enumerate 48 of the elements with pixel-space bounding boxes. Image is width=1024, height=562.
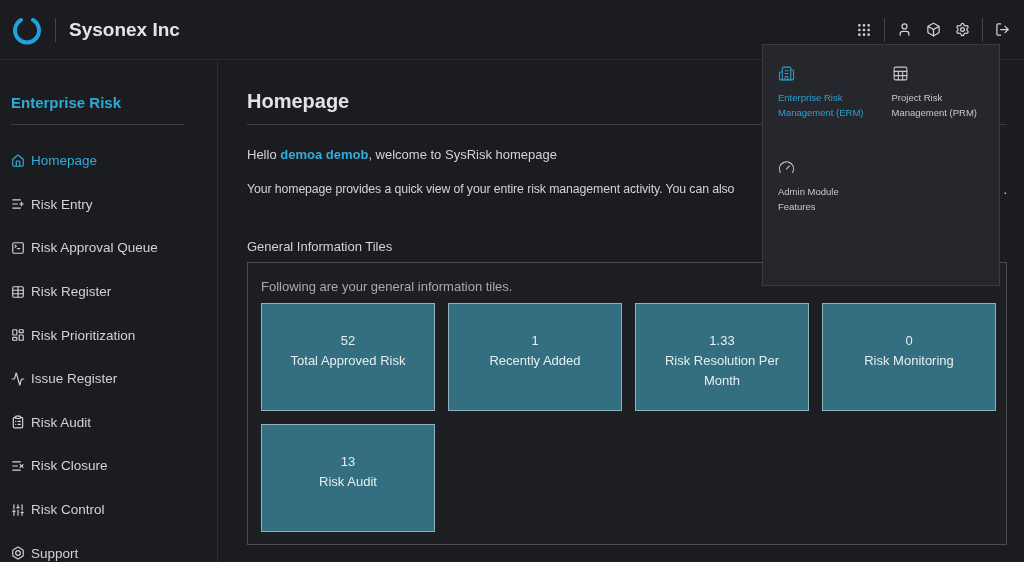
terminal-icon xyxy=(11,241,25,255)
sidebar-item[interactable]: Risk Closure xyxy=(11,444,217,488)
clipboard-icon xyxy=(11,415,25,430)
settings-icon[interactable] xyxy=(953,20,972,39)
tile-value: 0 xyxy=(905,332,913,350)
sidebar-item[interactable]: Homepage xyxy=(11,139,217,183)
brand-name: Sysonex Inc xyxy=(69,18,180,41)
tile-value: 52 xyxy=(340,332,356,350)
sidebar-item[interactable]: Issue Register xyxy=(11,356,217,401)
info-tile[interactable]: 1 Recently Added xyxy=(448,303,622,411)
tile-label: Total Approved Risk xyxy=(290,352,406,370)
sidebar-item[interactable]: Support xyxy=(11,531,217,562)
home-icon xyxy=(11,153,25,168)
building-icon xyxy=(778,65,795,82)
intro-text-end: . xyxy=(1003,182,1007,197)
sidebar-item[interactable]: Risk Audit xyxy=(11,400,217,445)
section-heading: General Information Tiles xyxy=(247,239,394,254)
grid-icon xyxy=(11,328,25,343)
list-plus-icon xyxy=(11,197,25,212)
gauge-icon xyxy=(778,159,795,176)
sidebar-item[interactable]: Risk Register xyxy=(11,269,217,314)
tile-label: Risk Monitoring xyxy=(864,352,954,370)
intro-text: Your homepage provides a quick view of your entire risk management activity. You can also xyxy=(247,182,735,197)
tile-value: 13 xyxy=(340,453,356,471)
apps-menu-item[interactable]: Admin Module Features xyxy=(778,159,858,253)
list-x-icon xyxy=(11,458,25,473)
table-icon xyxy=(11,284,25,299)
info-tile[interactable]: 52 Total Approved Risk xyxy=(261,303,435,411)
tile-label: Recently Added xyxy=(489,352,581,370)
sidebar-item[interactable]: Risk Control xyxy=(11,487,217,532)
greeting-text: Hello demoa demob, welcome to SysRisk homepage xyxy=(247,147,558,162)
sidebar-item[interactable]: Risk Entry xyxy=(11,182,217,227)
pulse-icon xyxy=(11,371,25,386)
sliders-icon xyxy=(11,502,25,517)
info-tile[interactable]: 13 Risk Audit xyxy=(261,424,435,532)
panel-note: Following are your general information tiles. xyxy=(261,279,514,294)
sidebar-title: Enterprise Risk xyxy=(11,94,184,125)
tile-value: 1.33 xyxy=(709,332,735,350)
tile-value: 1 xyxy=(531,332,539,350)
info-tile[interactable]: 1.33 Risk Resolution Per Month xyxy=(635,303,809,411)
sidebar-item[interactable]: Risk Approval Queue xyxy=(11,226,217,270)
logout-icon[interactable] xyxy=(993,20,1012,39)
tile-label: Risk Audit xyxy=(319,473,377,491)
tile-label: Risk Resolution Per Month xyxy=(663,352,781,390)
sidebar-item[interactable]: Risk Prioritization xyxy=(11,313,217,357)
info-tile[interactable]: 0 Risk Monitoring xyxy=(822,303,996,411)
hexagon-icon xyxy=(11,546,25,561)
cube-icon[interactable] xyxy=(924,20,943,39)
